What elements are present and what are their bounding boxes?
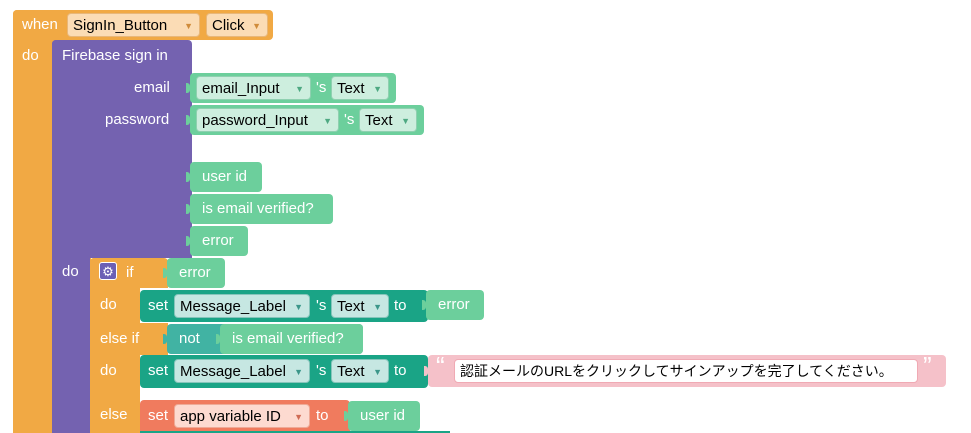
elseif-label: else if bbox=[100, 330, 140, 347]
dropdown-arrow-icon: ▼ bbox=[401, 116, 410, 126]
puzzle-tab bbox=[186, 204, 190, 214]
puzzle-tab bbox=[216, 334, 220, 344]
puzzle-tab bbox=[424, 366, 428, 376]
output-user-id: user id bbox=[202, 168, 248, 185]
message-text: 認証メールのURLをクリックしてサインアップを完了してください。 bbox=[460, 363, 893, 379]
do2-label: do bbox=[100, 362, 117, 379]
firebase-signin-header[interactable] bbox=[52, 40, 192, 258]
target-component-dropdown[interactable]: Message_Label ▼ bbox=[174, 294, 310, 318]
dropdown-arrow-icon: ▼ bbox=[373, 367, 382, 377]
dropdown-arrow-icon: ▼ bbox=[294, 367, 303, 377]
to-label: to bbox=[394, 362, 407, 379]
email-property-dropdown[interactable]: Text ▼ bbox=[331, 76, 389, 100]
set1-value: error bbox=[438, 296, 470, 313]
gear-icon[interactable]: ⚙ bbox=[99, 262, 117, 280]
puzzle-tab bbox=[344, 411, 348, 421]
firebase-do-label: do bbox=[62, 263, 79, 280]
event-do-label: do bbox=[22, 47, 39, 64]
var-to-label: to bbox=[316, 407, 329, 424]
dropdown-arrow-icon: ▼ bbox=[252, 21, 261, 31]
close-quote-icon: ” bbox=[923, 351, 932, 381]
email-component-dropdown[interactable]: email_Input ▼ bbox=[196, 76, 311, 100]
dropdown-arrow-icon: ▼ bbox=[373, 302, 382, 312]
target-property-dropdown[interactable]: Text ▼ bbox=[331, 294, 389, 318]
var-value: user id bbox=[360, 407, 406, 424]
puzzle-tab bbox=[163, 334, 167, 344]
possessive-label: 's bbox=[316, 297, 327, 314]
dropdown-arrow-icon: ▼ bbox=[373, 84, 382, 94]
password-component-dropdown[interactable]: password_Input ▼ bbox=[196, 108, 339, 132]
event-dropdown[interactable]: Click ▼ bbox=[206, 13, 268, 37]
possessive-label: 's bbox=[316, 79, 327, 96]
possessive-label: 's bbox=[316, 362, 327, 379]
dropdown-arrow-icon: ▼ bbox=[294, 412, 303, 422]
open-quote-icon: “ bbox=[436, 351, 445, 381]
variable-dropdown[interactable]: app variable ID ▼ bbox=[174, 404, 310, 428]
puzzle-tab bbox=[186, 172, 190, 182]
target-component-dropdown[interactable]: Message_Label ▼ bbox=[174, 359, 310, 383]
if-condition-value: error bbox=[179, 264, 211, 281]
output-error: error bbox=[202, 232, 234, 249]
firebase-title: Firebase sign in bbox=[62, 47, 168, 64]
target-property-dropdown[interactable]: Text ▼ bbox=[331, 359, 389, 383]
puzzle-tab bbox=[163, 268, 167, 278]
else-label: else bbox=[100, 406, 128, 423]
puzzle-tab bbox=[422, 300, 426, 310]
dropdown-arrow-icon: ▼ bbox=[184, 21, 193, 31]
password-property-dropdown[interactable]: Text ▼ bbox=[359, 108, 417, 132]
puzzle-tab bbox=[186, 236, 190, 246]
set-label: set bbox=[148, 297, 169, 314]
puzzle-tab bbox=[186, 115, 190, 125]
email-label: email bbox=[134, 79, 170, 96]
puzzle-tab bbox=[186, 83, 190, 93]
output-email-verified: is email verified? bbox=[202, 200, 314, 217]
dropdown-arrow-icon: ▼ bbox=[295, 84, 304, 94]
password-label: password bbox=[105, 111, 170, 128]
var-set-label: set bbox=[148, 407, 169, 424]
component-dropdown[interactable]: SignIn_Button ▼ bbox=[67, 13, 200, 37]
possessive-label: 's bbox=[344, 111, 355, 128]
to-label: to bbox=[394, 297, 407, 314]
dropdown-arrow-icon: ▼ bbox=[294, 302, 303, 312]
set-label: set bbox=[148, 362, 169, 379]
not-label: not bbox=[179, 330, 200, 347]
when-label: when bbox=[22, 16, 58, 33]
if-label: if bbox=[126, 264, 134, 281]
dropdown-arrow-icon: ▼ bbox=[323, 116, 332, 126]
do1-label: do bbox=[100, 296, 117, 313]
not-value: is email verified? bbox=[232, 330, 344, 347]
